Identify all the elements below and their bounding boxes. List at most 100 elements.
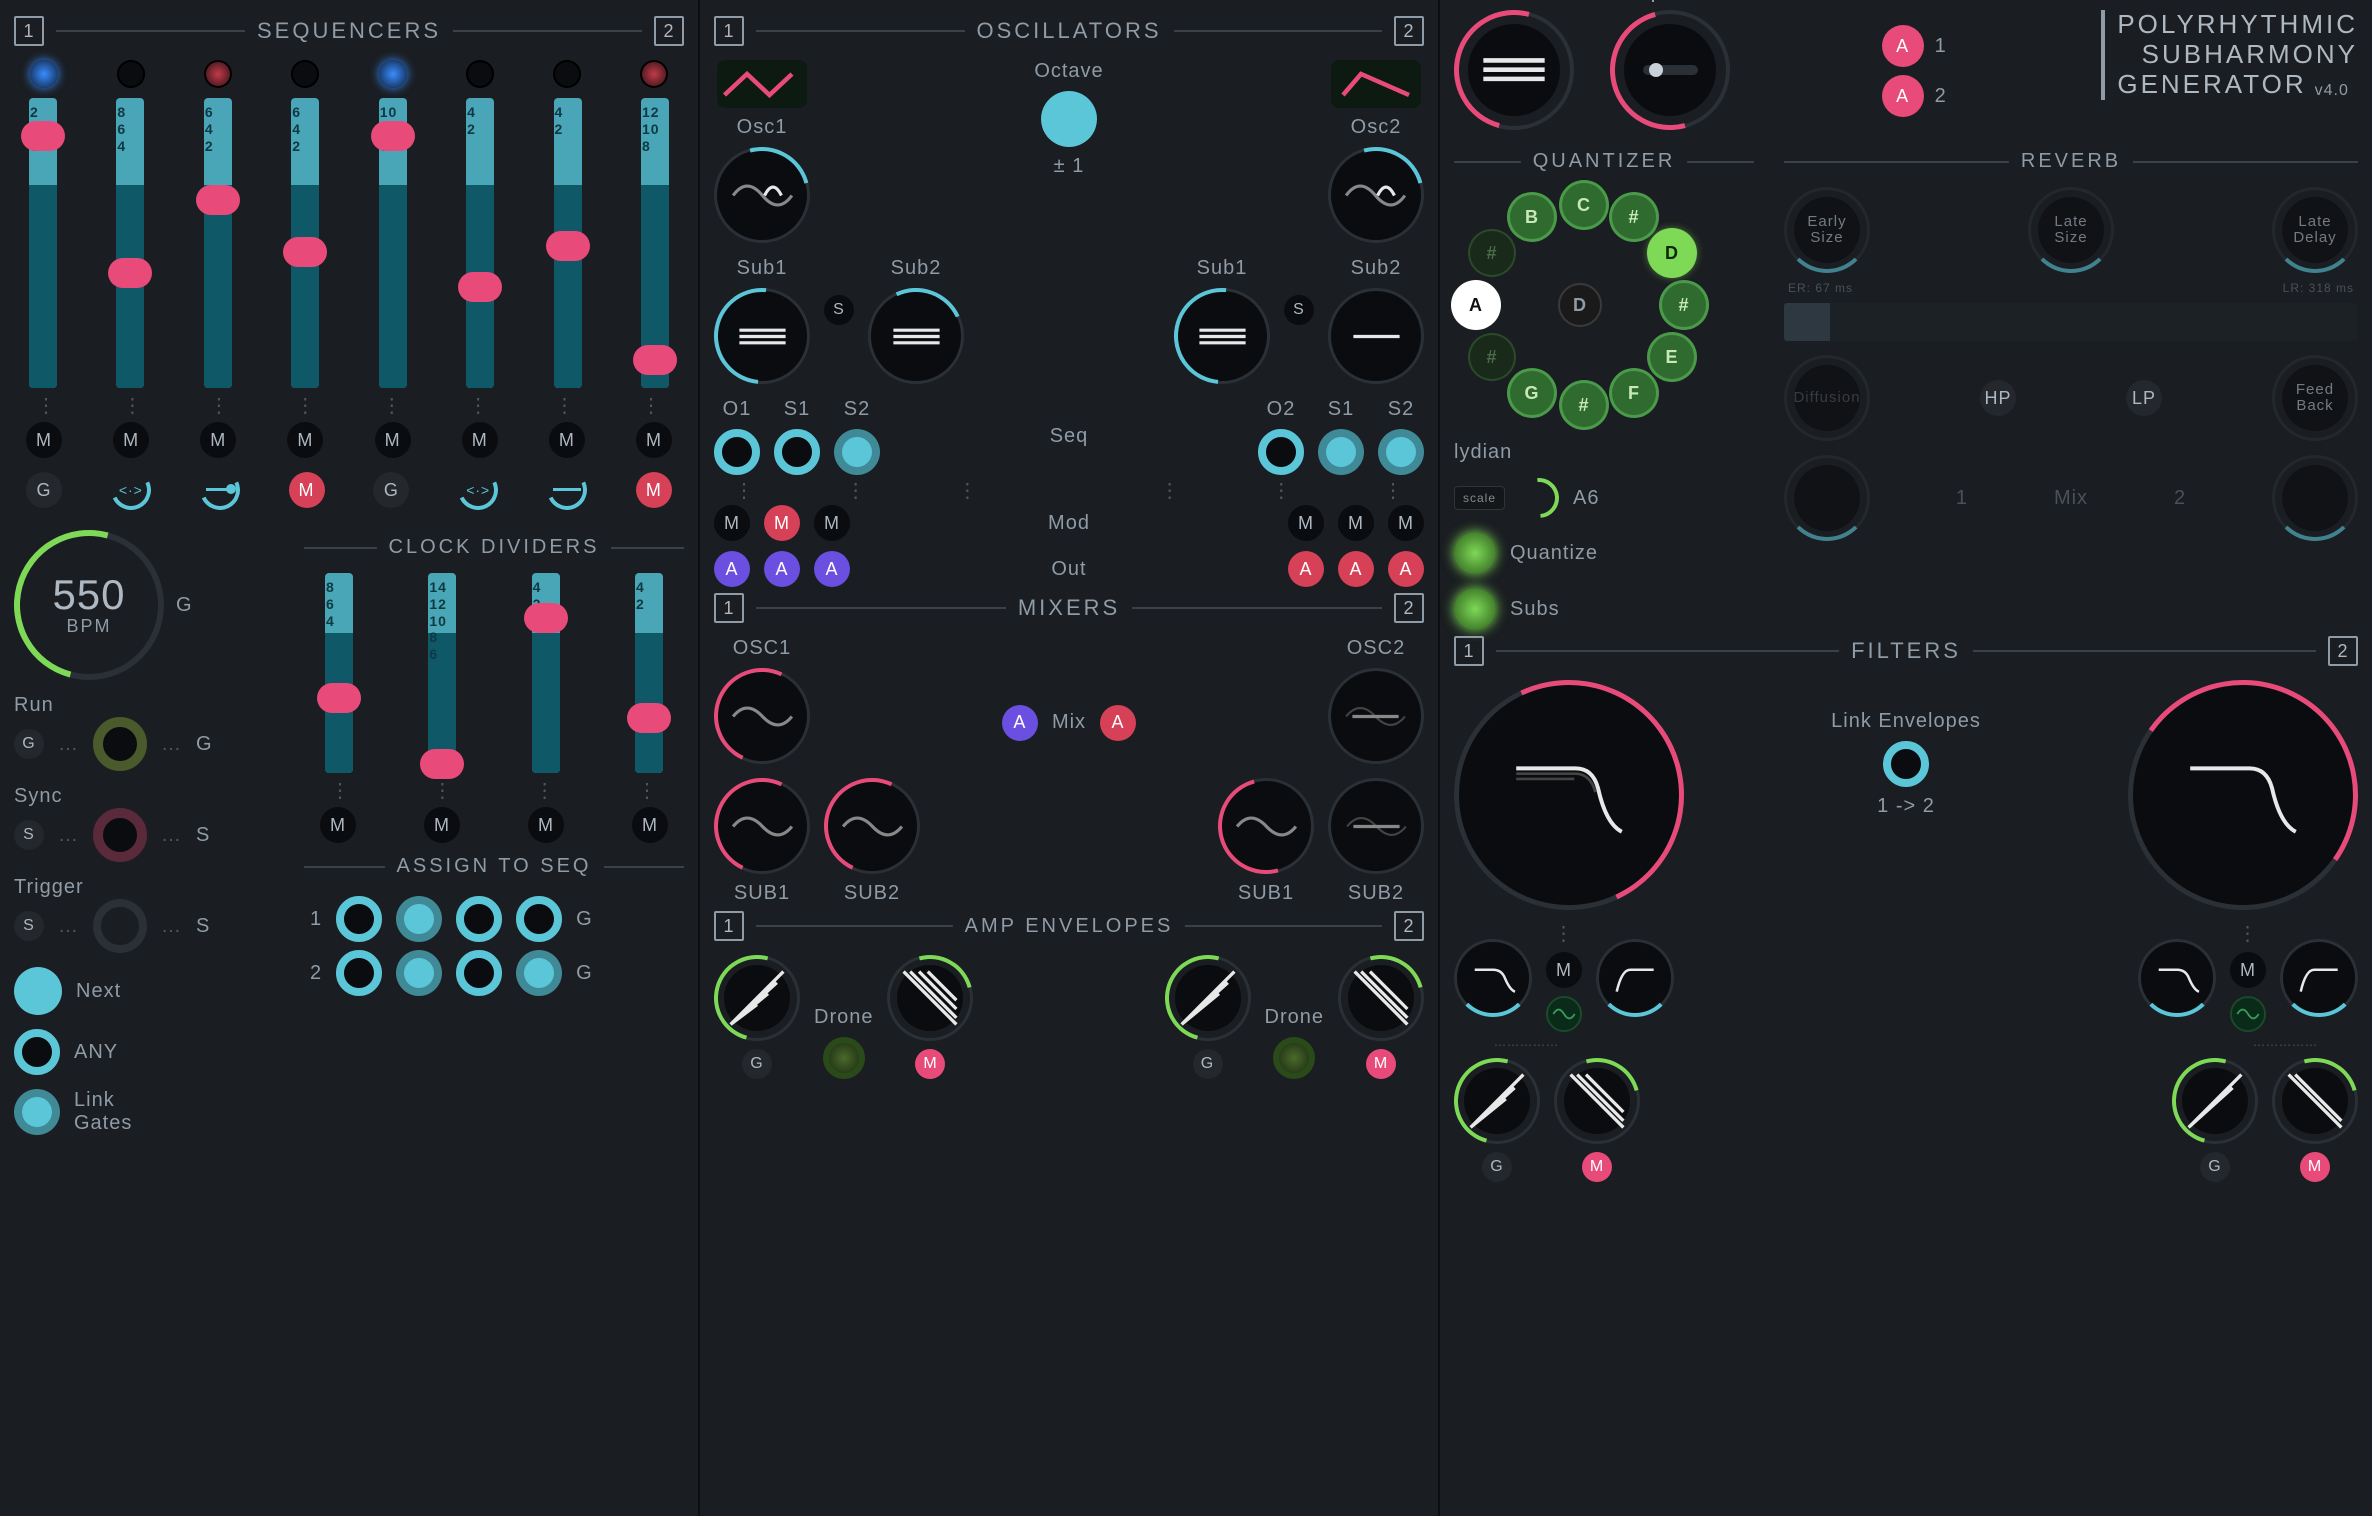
clk-m-2[interactable]: M (424, 807, 460, 843)
seq-g-1[interactable]: G (26, 472, 62, 508)
osc2-scope[interactable] (1328, 147, 1424, 243)
filter2-m[interactable]: M (2230, 952, 2266, 988)
seq-o2-r[interactable] (1258, 429, 1304, 475)
clk-m-4[interactable]: M (632, 807, 668, 843)
mix-a-l[interactable]: A (1002, 705, 1038, 741)
link-gates-button[interactable] (14, 1089, 60, 1135)
note-center[interactable]: D (1558, 283, 1602, 327)
seq-fader-3[interactable]: 642 (199, 98, 237, 388)
link-env-button[interactable] (1883, 741, 1929, 787)
note-b[interactable]: B (1510, 195, 1554, 239)
scale-knob[interactable] (1519, 478, 1559, 518)
seq-pat-3[interactable]: <·> (458, 470, 498, 510)
osc1-sub1-scope[interactable] (714, 288, 810, 384)
seq-s2-r[interactable] (1378, 429, 1424, 475)
filt1-m[interactable]: M (1582, 1152, 1612, 1182)
note-d-sharp[interactable]: # (1662, 283, 1706, 327)
filter2-shape-r[interactable] (2280, 939, 2358, 1017)
mix-sub1-r-knob[interactable] (1218, 778, 1314, 874)
next-button[interactable] (14, 967, 62, 1015)
filt1-env-a[interactable] (1454, 1058, 1540, 1144)
assign-2-4[interactable] (516, 950, 562, 996)
clk-fader-1[interactable]: 864 (320, 573, 358, 773)
amp1-g[interactable]: G (742, 1049, 772, 1079)
assign-1-2[interactable] (396, 896, 442, 942)
clk-fader-2[interactable]: 14121086 (423, 573, 461, 773)
seq-mute-8[interactable]: M (636, 422, 672, 458)
mix-osc2-knob[interactable] (1328, 668, 1424, 764)
mod-m-1[interactable]: M (714, 505, 750, 541)
note-d[interactable]: D (1650, 231, 1694, 275)
out-a-3[interactable]: A (814, 551, 850, 587)
note-a-sharp[interactable]: # (1470, 231, 1514, 275)
master-a2[interactable]: A (1885, 78, 1921, 114)
filt2-env-r[interactable] (2272, 1058, 2358, 1144)
seq-fader-1[interactable]: 246 (24, 98, 62, 388)
seq-led-5[interactable] (379, 60, 407, 88)
mod-m-3[interactable]: M (814, 505, 850, 541)
late-delay-knob[interactable]: LateDelay (2272, 187, 2358, 273)
clk-m-3[interactable]: M (528, 807, 564, 843)
seq-mute-3[interactable]: M (200, 422, 236, 458)
mix-a-r[interactable]: A (1100, 705, 1136, 741)
seq-fader-6[interactable]: 42 (461, 98, 499, 388)
out-a-2[interactable]: A (764, 551, 800, 587)
volume-knob[interactable]: Volume (1454, 10, 1574, 130)
osc2-sub2-scope[interactable] (1328, 288, 1424, 384)
seq-s2-l[interactable] (834, 429, 880, 475)
note-c-sharp[interactable]: # (1612, 195, 1656, 239)
mix1-knob[interactable] (1784, 455, 1870, 541)
seq-mute-7[interactable]: M (549, 422, 585, 458)
feedback-knob[interactable]: FeedBack (2272, 355, 2358, 441)
spread-knob[interactable]: Spread (1610, 10, 1730, 130)
filter1-shape-l[interactable] (1454, 939, 1532, 1017)
sync-button[interactable] (93, 808, 147, 862)
seq-mute-1[interactable]: M (26, 422, 62, 458)
osc1-scope[interactable] (714, 147, 810, 243)
seq-led-3[interactable] (204, 60, 232, 88)
osc1-s-badge[interactable]: S (824, 295, 854, 325)
seq-s1-r[interactable] (1318, 429, 1364, 475)
quantize-toggle[interactable] (1454, 532, 1496, 574)
hp-badge[interactable]: HP (1980, 380, 2016, 416)
seq-pat-2[interactable] (200, 470, 240, 510)
out-a-4[interactable]: A (1288, 551, 1324, 587)
filt2-m[interactable]: M (2300, 1152, 2330, 1182)
sync-s-in[interactable]: S (14, 820, 44, 850)
filter2-wave-icon[interactable] (2230, 996, 2266, 1032)
seq-m-badge-1[interactable]: M (289, 472, 325, 508)
seq-led-8[interactable] (640, 60, 668, 88)
seq-m-badge-2[interactable]: M (636, 472, 672, 508)
seq-fader-2[interactable]: 864 (111, 98, 149, 388)
note-f[interactable]: F (1612, 371, 1656, 415)
drag-handle[interactable]: ⋮ (36, 396, 57, 416)
run-g-in[interactable]: G (14, 729, 44, 759)
clk-fader-4[interactable]: 42 (630, 573, 668, 773)
assign-1-1[interactable] (336, 896, 382, 942)
amp2-attack[interactable] (1165, 955, 1251, 1041)
note-g[interactable]: G (1510, 371, 1554, 415)
seq-fader-4[interactable]: 642 (286, 98, 324, 388)
note-wheel[interactable]: A # B C # D # E F # G # D (1454, 187, 1694, 427)
osc2-waveshape[interactable] (1331, 60, 1421, 108)
bpm-knob[interactable]: 550 BPM (14, 530, 164, 680)
seq-led-2[interactable] (117, 60, 145, 88)
any-button[interactable] (14, 1029, 60, 1075)
seq-led-7[interactable] (553, 60, 581, 88)
mod-m-2[interactable]: M (764, 505, 800, 541)
amp1-attack[interactable] (714, 955, 800, 1041)
amp2-drone[interactable] (1273, 1037, 1315, 1079)
clk-m-1[interactable]: M (320, 807, 356, 843)
osc1-sub2-scope[interactable] (868, 288, 964, 384)
seq-fader-7[interactable]: 42 (549, 98, 587, 388)
mix2-knob[interactable] (2272, 455, 2358, 541)
note-a[interactable]: A (1454, 283, 1498, 327)
filter2-shape-l[interactable] (2138, 939, 2216, 1017)
run-button[interactable] (93, 717, 147, 771)
master-a1[interactable]: A (1885, 28, 1921, 64)
out-a-1[interactable]: A (714, 551, 750, 587)
filter1-shape-r[interactable] (1596, 939, 1674, 1017)
filter1-m[interactable]: M (1546, 952, 1582, 988)
amp2-m[interactable]: M (1366, 1049, 1396, 1079)
filt1-g[interactable]: G (1482, 1152, 1512, 1182)
